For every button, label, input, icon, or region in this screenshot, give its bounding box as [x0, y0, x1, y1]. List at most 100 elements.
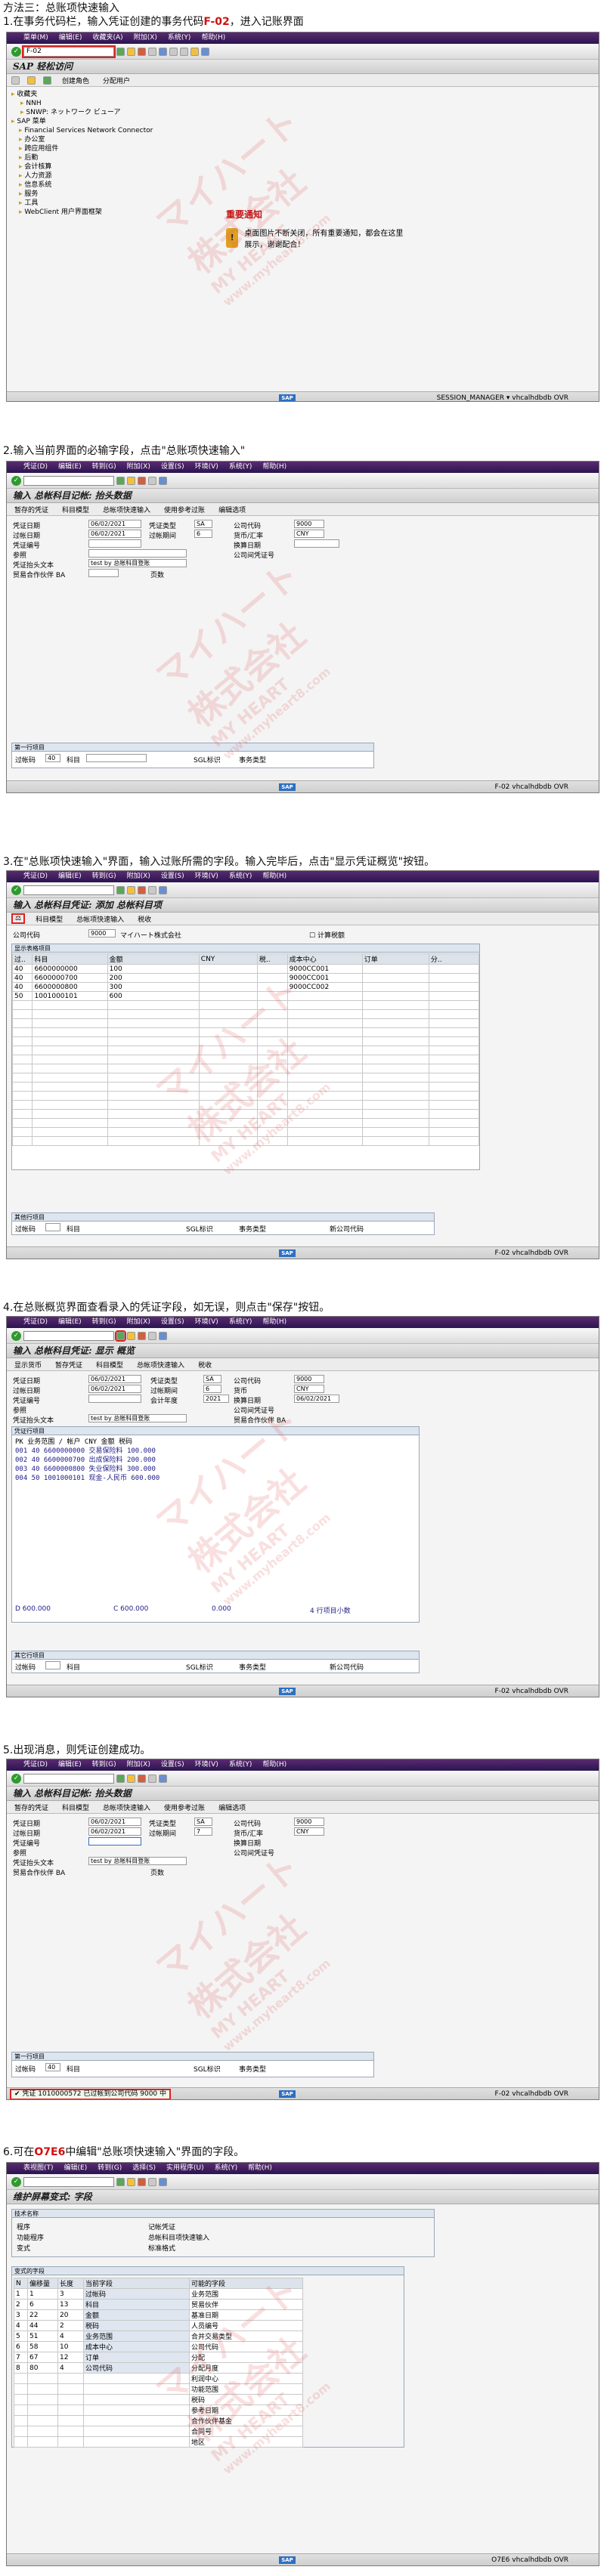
table-row[interactable]: 50 1001000101 600 — [11, 991, 480, 1001]
display-currency-button[interactable]: 显示货币 — [11, 1359, 45, 1370]
folder-icon[interactable] — [27, 76, 36, 85]
table-cell[interactable] — [256, 1127, 288, 1137]
enter-icon[interactable]: ✓ — [11, 885, 21, 895]
reference-field[interactable] — [88, 549, 187, 558]
table-cell[interactable]: 金额 — [83, 2309, 190, 2321]
post-date-field[interactable]: 06/02/2021 — [88, 1827, 141, 1836]
command-field[interactable] — [23, 2176, 114, 2187]
table-cell[interactable]: 2 — [57, 2320, 84, 2331]
table-cell[interactable] — [14, 2426, 28, 2437]
table-cell[interactable] — [256, 1036, 288, 1046]
table-row[interactable]: 利润中心 — [14, 2373, 303, 2384]
tree-item[interactable]: ▸ 跨应用组件 — [11, 144, 153, 153]
menu-item[interactable]: 编辑(E) — [58, 1761, 82, 1768]
items-table[interactable]: 过.. 科目 金额 CNY 税.. 成本中心 订单 分.. 40 6600000000 100 900… — [11, 953, 480, 1146]
table-row[interactable] — [11, 1009, 480, 1019]
table-cell[interactable]: 地区 — [189, 2436, 303, 2448]
menu-item[interactable]: 编辑(E) — [64, 2164, 88, 2172]
table-cell[interactable] — [198, 1055, 258, 1064]
table-cell[interactable] — [107, 1000, 200, 1010]
menu-item[interactable]: 编辑(E) — [58, 1318, 82, 1326]
table-cell[interactable] — [107, 1027, 200, 1037]
table-row[interactable] — [11, 1046, 480, 1055]
table-cell[interactable] — [107, 1073, 200, 1083]
table-cell[interactable] — [361, 1018, 429, 1028]
menu-item[interactable]: 收藏夹(A) — [93, 34, 123, 42]
create-role-button[interactable]: 创建角色 — [59, 75, 92, 86]
save-icon[interactable] — [116, 885, 125, 894]
tree-item[interactable]: ▸ 后勤 — [11, 153, 153, 162]
command-field[interactable] — [23, 885, 114, 895]
menu-item[interactable]: 附加(X) — [127, 1318, 150, 1326]
table-cell[interactable]: 基准日期 — [189, 2309, 303, 2321]
header-text-field[interactable]: test by 总帐科目登账 — [88, 1857, 187, 1865]
back-icon[interactable] — [127, 476, 135, 485]
table-row[interactable]: 40 6600000800 300 9000CC002 — [11, 982, 480, 992]
table-cell[interactable]: 1 — [27, 2288, 58, 2300]
account-model-button[interactable]: 科目模型 — [33, 913, 66, 925]
table-cell[interactable] — [11, 1127, 33, 1137]
table-cell[interactable] — [14, 2415, 28, 2426]
table-cell[interactable] — [57, 2394, 84, 2405]
parked-doc-button[interactable]: 暂存的凭证 — [11, 1802, 51, 1813]
table-cell[interactable] — [57, 2415, 84, 2426]
table-cell[interactable] — [198, 1073, 258, 1083]
table-cell[interactable] — [11, 1100, 33, 1110]
table-cell[interactable] — [256, 1009, 288, 1019]
table-cell[interactable]: 1 — [14, 2288, 28, 2300]
table-cell[interactable] — [32, 1127, 108, 1137]
menu-item[interactable]: 凭证(D) — [23, 873, 48, 880]
table-cell[interactable] — [198, 1064, 258, 1073]
table-cell[interactable] — [198, 973, 258, 983]
menu-item[interactable]: 设置(S) — [161, 463, 184, 471]
table-cell[interactable] — [428, 1046, 480, 1055]
table-cell[interactable] — [27, 2426, 58, 2437]
menu-item[interactable]: 转到(G) — [92, 1318, 116, 1326]
table-cell[interactable] — [83, 2426, 190, 2437]
account-model-button[interactable]: 科目模型 — [93, 1359, 126, 1370]
company-field[interactable]: 9000 — [88, 929, 116, 937]
print-icon[interactable] — [148, 47, 156, 56]
table-cell[interactable] — [428, 1018, 480, 1028]
table-cell[interactable] — [11, 1027, 33, 1037]
table-cell[interactable] — [428, 1000, 480, 1010]
tree-item[interactable]: ▸ 会计核算 — [11, 162, 153, 171]
table-cell[interactable]: 300 — [107, 982, 200, 992]
exit-icon[interactable] — [138, 476, 146, 485]
table-cell[interactable] — [27, 2405, 58, 2416]
menu-item[interactable]: 编辑(E) — [58, 463, 82, 471]
table-cell[interactable] — [286, 1109, 363, 1119]
table-cell[interactable] — [286, 1136, 363, 1146]
table-cell[interactable] — [32, 1055, 108, 1064]
table-cell[interactable] — [32, 1091, 108, 1101]
table-row[interactable]: 参考日期 — [14, 2405, 303, 2416]
table-cell[interactable]: 8 — [14, 2362, 28, 2374]
doc-type-field[interactable]: SA — [194, 520, 212, 528]
table-cell[interactable] — [107, 1109, 200, 1119]
table-row[interactable] — [11, 1073, 480, 1083]
menu-item[interactable]: 编辑(E) — [58, 873, 82, 880]
table-cell[interactable]: 6600000000 — [32, 964, 108, 974]
table-cell[interactable] — [428, 982, 480, 992]
table-cell[interactable] — [361, 1055, 429, 1064]
table-cell[interactable] — [14, 2373, 28, 2384]
table-cell[interactable] — [32, 1118, 108, 1128]
partner-field[interactable] — [88, 569, 119, 577]
tree-item[interactable]: ▸ Financial Services Network Connector — [11, 126, 153, 135]
table-cell[interactable]: 合作伙伴基金 — [189, 2415, 303, 2426]
command-field[interactable] — [23, 1330, 114, 1341]
doc-no-field[interactable] — [88, 539, 141, 548]
post-with-reference-button[interactable]: 使用参考过账 — [161, 504, 208, 515]
doc-overview-button[interactable]: ⚖ — [11, 913, 26, 924]
help-icon[interactable] — [159, 1774, 167, 1783]
table-cell[interactable] — [361, 1109, 429, 1119]
table-cell[interactable] — [286, 1036, 363, 1046]
table-cell[interactable] — [14, 2383, 28, 2395]
help-icon[interactable] — [159, 2177, 167, 2186]
table-cell[interactable] — [428, 1091, 480, 1101]
table-cell[interactable] — [286, 1082, 363, 1092]
menu-item[interactable]: 系统(Y) — [215, 2164, 238, 2172]
table-cell[interactable] — [198, 1009, 258, 1019]
table-cell[interactable]: 2 — [14, 2299, 28, 2310]
table-cell[interactable] — [107, 1136, 200, 1146]
